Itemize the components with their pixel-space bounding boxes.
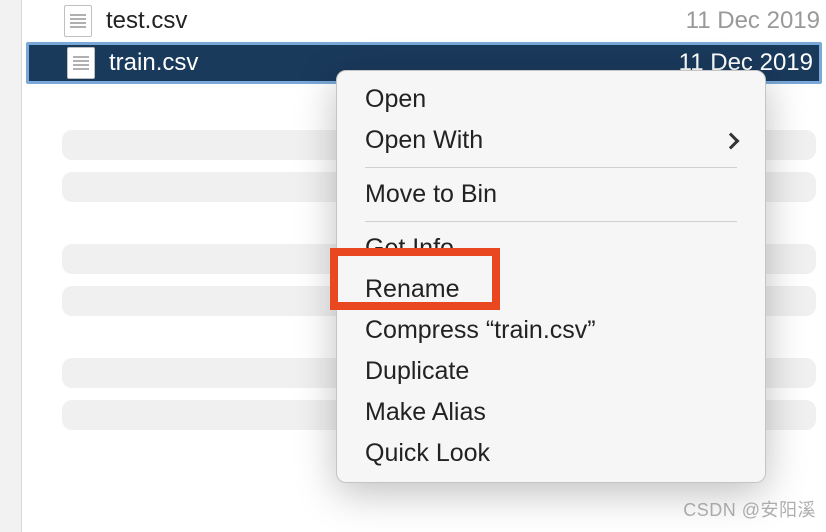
- menu-item-get-info[interactable]: Get Info: [337, 228, 765, 269]
- menu-label: Get Info: [365, 234, 454, 263]
- chevron-right-icon: [723, 132, 740, 149]
- menu-item-make-alias[interactable]: Make Alias: [337, 392, 765, 433]
- menu-separator: [365, 167, 737, 168]
- menu-label: Rename: [365, 275, 460, 304]
- menu-label: Make Alias: [365, 398, 486, 427]
- watermark: CSDN @安阳溪: [683, 496, 816, 522]
- disclosure-spacer: [45, 56, 59, 70]
- disclosure-spacer: [42, 14, 56, 28]
- document-icon: [67, 47, 95, 79]
- menu-label: Move to Bin: [365, 180, 497, 209]
- menu-label: Duplicate: [365, 357, 469, 386]
- menu-label: Open: [365, 85, 426, 114]
- menu-label: Open With: [365, 126, 483, 155]
- menu-label: Compress “train.csv”: [365, 316, 596, 345]
- menu-item-open-with[interactable]: Open With: [337, 120, 765, 161]
- menu-label: Quick Look: [365, 439, 490, 468]
- menu-item-duplicate[interactable]: Duplicate: [337, 351, 765, 392]
- menu-item-move-to-bin[interactable]: Move to Bin: [337, 174, 765, 215]
- menu-separator: [365, 221, 737, 222]
- file-date: 11 Dec 2019: [686, 7, 826, 35]
- menu-item-compress[interactable]: Compress “train.csv”: [337, 310, 765, 351]
- context-menu: Open Open With Move to Bin Get Info Rena…: [336, 70, 766, 483]
- sidebar-edge: [0, 0, 22, 532]
- document-icon: [64, 5, 92, 37]
- menu-item-open[interactable]: Open: [337, 79, 765, 120]
- file-name: test.csv: [106, 7, 686, 35]
- file-row[interactable]: test.csv 11 Dec 2019: [22, 0, 826, 42]
- menu-item-rename[interactable]: Rename: [337, 269, 765, 310]
- menu-item-quick-look[interactable]: Quick Look: [337, 433, 765, 474]
